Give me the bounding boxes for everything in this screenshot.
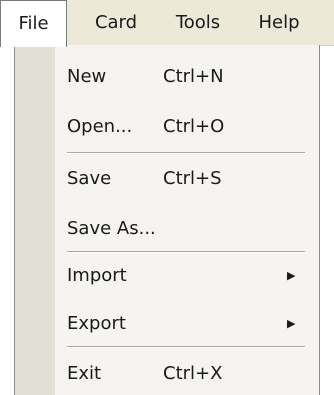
menu-item-save-as[interactable]: Save As... [67,209,307,249]
menu-item-label: Save As... [67,218,156,239]
menu-item-shortcut: Ctrl+S [163,168,222,189]
menu-item-open[interactable]: Open... Ctrl+O [67,107,307,147]
menu-separator [67,152,305,154]
menu-gutter [15,45,55,395]
submenu-arrow-icon: ▶ [287,317,296,330]
menu-tools[interactable]: Tools [162,0,234,46]
menu-item-label: Exit [67,363,102,384]
menu-item-label: New [67,66,107,87]
menu-card[interactable]: Card [80,0,152,46]
menu-item-label: Import [67,265,127,286]
menu-item-import[interactable]: Import ▶ [67,256,307,296]
menu-item-shortcut: Ctrl+O [163,116,225,137]
menu-item-label: Save [67,168,112,189]
menu-item-shortcut: Ctrl+X [163,363,223,384]
menu-separator [67,251,305,253]
menu-item-save[interactable]: Save Ctrl+S [67,159,307,199]
menu-item-label: Open... [67,116,133,137]
menu-item-exit[interactable]: Exit Ctrl+X [67,354,307,394]
file-dropdown-menu: New Ctrl+N Open... Ctrl+O Save Ctrl+S Sa… [14,45,320,395]
menu-separator [67,346,305,348]
menu-item-shortcut: Ctrl+N [163,66,224,87]
menu-item-label: Export [67,313,126,334]
menu-item-new[interactable]: New Ctrl+N [67,57,307,97]
menu-file[interactable]: File [0,0,67,47]
submenu-arrow-icon: ▶ [287,269,296,282]
menu-help[interactable]: Help [246,0,312,46]
menu-bar: File Card Tools Help [0,0,334,47]
menu-item-export[interactable]: Export ▶ [67,304,307,344]
